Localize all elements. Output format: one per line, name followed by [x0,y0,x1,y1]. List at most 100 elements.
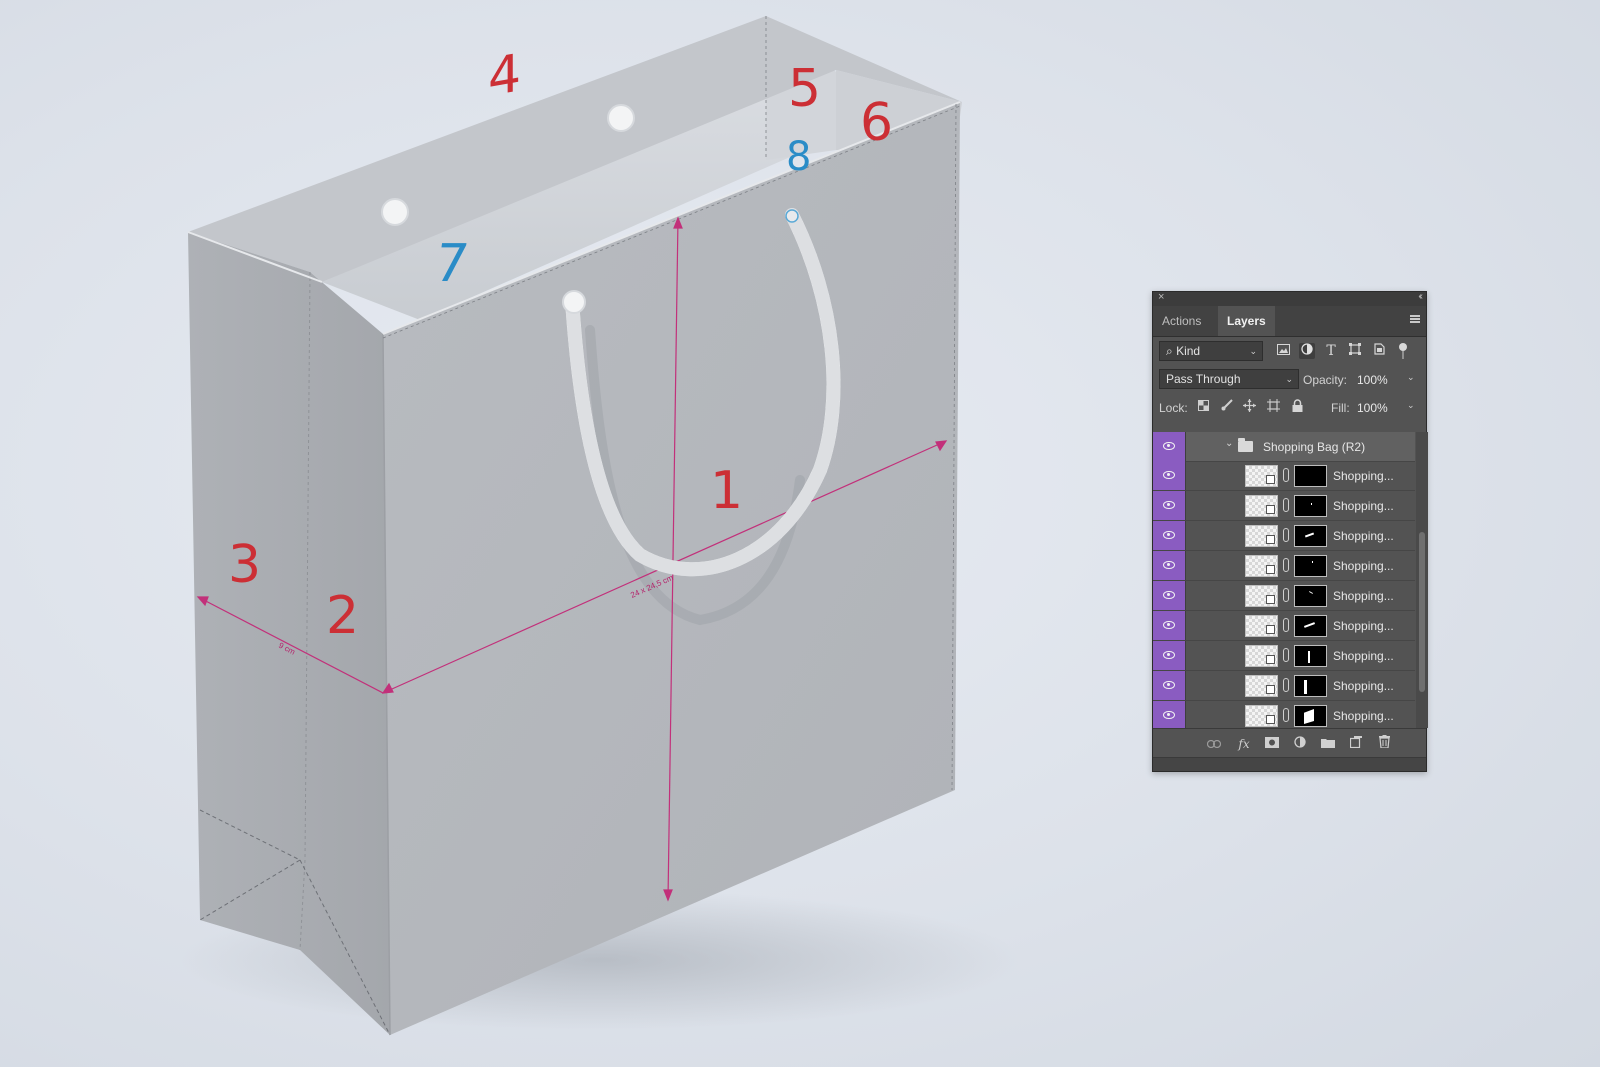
chevron-down-icon: ⌄ [1249,346,1257,356]
layer-list-scrollbar[interactable] [1416,432,1428,728]
tab-actions[interactable]: Actions [1153,306,1210,336]
layer-row[interactable]: Shopping... [1153,581,1415,611]
layer-mask-thumbnail[interactable] [1294,525,1327,547]
chain-link-icon[interactable] [1283,588,1289,602]
panel-number-3: 3 [228,535,261,595]
panel-number-4: 4 [488,42,521,108]
panel-resize-strip[interactable] [1153,757,1426,771]
layer-mask-thumbnail[interactable] [1294,615,1327,637]
eye-icon [1163,561,1175,569]
visibility-toggle[interactable] [1153,611,1186,640]
adjustment-filter-icon[interactable] [1299,343,1315,359]
trash-icon[interactable] [1375,735,1393,753]
fill-label: Fill: [1331,401,1350,415]
panel-number-1: 1 [710,461,743,521]
chain-link-icon[interactable] [1283,618,1289,632]
layer-mask-thumbnail[interactable] [1294,555,1327,577]
smart-object-thumbnail [1245,585,1278,607]
layer-name: Shopping... [1333,649,1394,663]
filter-kind-label: Kind [1176,344,1201,358]
folder-icon[interactable] [1319,735,1337,753]
chain-link-icon[interactable] [1283,708,1289,722]
panel-titlebar: × ‹‹ [1153,291,1426,306]
eye-icon [1163,621,1175,629]
link-icon[interactable] [1205,735,1223,753]
layer-mask-thumbnail[interactable] [1294,465,1327,487]
smart-object-filter-icon[interactable] [1371,343,1387,359]
visibility-toggle[interactable] [1153,432,1186,461]
collapse-icon[interactable]: ‹‹ [1418,291,1422,302]
tab-layers[interactable]: Layers [1218,306,1275,336]
fill-value[interactable]: 100% [1357,401,1388,415]
lock-pixels-icon[interactable] [1219,399,1235,415]
chain-link-icon[interactable] [1283,468,1289,482]
layer-row[interactable]: Shopping... [1153,521,1415,551]
adjustment-icon[interactable] [1291,735,1309,753]
panel-menu-icon[interactable] [1410,315,1420,323]
layer-row[interactable]: Shopping... [1153,641,1415,671]
lock-label: Lock: [1159,401,1188,415]
chain-link-icon[interactable] [1283,528,1289,542]
lock-all-icon[interactable] [1289,399,1305,415]
panel-number-2: 2 [326,586,359,646]
layer-row[interactable]: Shopping... [1153,551,1415,581]
lock-artboard-icon[interactable] [1265,399,1281,415]
panel-number-5: 5 [788,59,821,119]
blend-mode-select[interactable]: Pass Through ⌄ [1159,369,1299,389]
scrollbar-thumb[interactable] [1419,532,1425,692]
layer-name: Shopping... [1333,529,1394,543]
chain-link-icon[interactable] [1283,558,1289,572]
layer-row[interactable]: Shopping... [1153,491,1415,521]
smart-object-thumbnail [1245,555,1278,577]
layer-mask-thumbnail[interactable] [1294,675,1327,697]
layer-mask-thumbnail[interactable] [1294,585,1327,607]
chevron-down-icon[interactable]: ⌄ [1225,438,1233,449]
fx-icon[interactable]: fx [1235,735,1253,753]
filter-kind-select[interactable]: ⌕ Kind ⌄ [1159,341,1263,361]
smart-object-thumbnail [1245,705,1278,727]
eye-icon [1163,591,1175,599]
chain-link-icon[interactable] [1283,648,1289,662]
smart-object-thumbnail [1245,645,1278,667]
filter-toggle-icon[interactable] [1399,343,1407,359]
layer-mask-thumbnail[interactable] [1294,645,1327,667]
chevron-down-icon: ⌄ [1285,374,1293,384]
layer-row[interactable]: Shopping... [1153,671,1415,701]
new-layer-icon[interactable] [1347,735,1365,753]
type-filter-icon[interactable]: T [1323,343,1339,359]
visibility-toggle[interactable] [1153,671,1186,700]
pixel-filter-icon[interactable] [1275,343,1291,359]
layer-name: Shopping... [1333,559,1394,573]
chevron-down-icon[interactable]: ⌄ [1407,400,1415,411]
chevron-down-icon[interactable]: ⌄ [1407,372,1415,383]
layer-list: ⌄ Shopping Bag (R2) Shopping... Shopping… [1153,432,1415,728]
chain-link-icon[interactable] [1283,678,1289,692]
opacity-value[interactable]: 100% [1357,373,1388,387]
mask-icon[interactable] [1263,735,1281,753]
rope-knot-left [381,198,409,226]
layer-mask-thumbnail[interactable] [1294,705,1327,727]
visibility-toggle[interactable] [1153,491,1186,520]
shape-filter-icon[interactable] [1347,343,1363,359]
lock-row: Lock: Fill: 100% ⌄ [1153,393,1426,421]
visibility-toggle[interactable] [1153,641,1186,670]
visibility-toggle[interactable] [1153,701,1186,728]
lock-position-icon[interactable] [1241,399,1257,415]
layer-group-shopping-bag[interactable]: ⌄ Shopping Bag (R2) [1153,432,1415,462]
layer-row[interactable]: Shopping... [1153,461,1415,491]
layer-row[interactable]: Shopping... [1153,611,1415,641]
smart-object-thumbnail [1245,675,1278,697]
smart-object-thumbnail [1245,615,1278,637]
visibility-toggle[interactable] [1153,581,1186,610]
layer-name: Shopping... [1333,589,1394,603]
visibility-toggle[interactable] [1153,551,1186,580]
close-icon[interactable]: × [1158,291,1164,303]
visibility-toggle[interactable] [1153,521,1186,550]
chain-link-icon[interactable] [1283,498,1289,512]
rope-knot-front-left [562,290,586,314]
layer-mask-thumbnail[interactable] [1294,495,1327,517]
layer-row[interactable]: Shopping... [1153,701,1415,728]
visibility-toggle[interactable] [1153,461,1186,490]
lock-transparency-icon[interactable] [1195,399,1211,415]
opacity-label: Opacity: [1303,373,1348,387]
